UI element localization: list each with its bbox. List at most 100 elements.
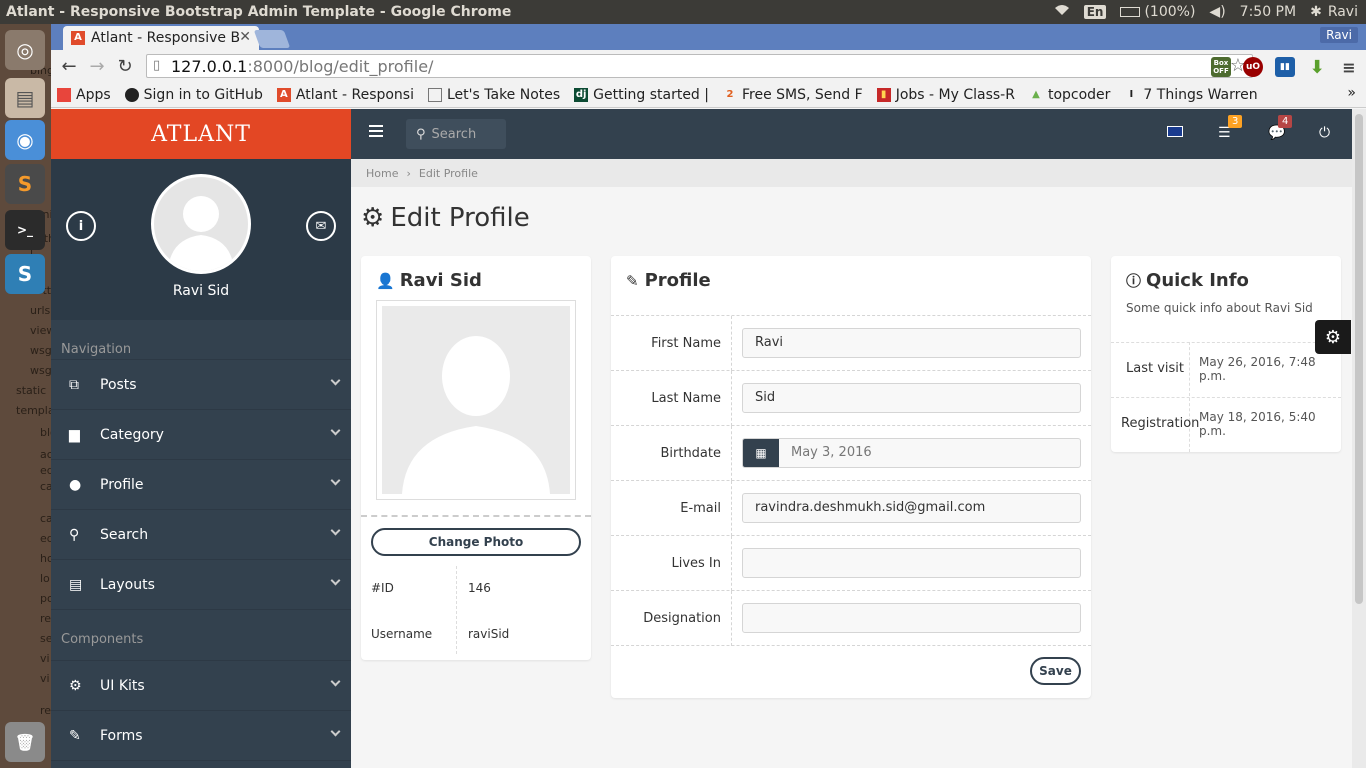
breadcrumb-home[interactable]: Home: [366, 167, 398, 180]
more-bookmarks-icon[interactable]: »: [1347, 85, 1356, 101]
file-tree-item: static: [16, 384, 47, 397]
messages-button[interactable]: ✉: [306, 211, 336, 241]
settings-gear-icon[interactable]: ⚙: [1315, 320, 1351, 354]
profile-form-title-text: Profile: [644, 270, 711, 291]
battery-percent: (100%): [1144, 4, 1196, 20]
save-button[interactable]: Save: [1030, 657, 1081, 685]
e-mail-field[interactable]: ravindra.deshmukh.sid@gmail.com: [742, 493, 1081, 523]
last-name-field[interactable]: Sid: [742, 383, 1081, 413]
chrome-menu-icon[interactable]: ≡: [1339, 57, 1359, 77]
sidebar-item-category[interactable]: ▆ Category: [51, 410, 351, 460]
menu-toggle-icon[interactable]: [369, 125, 383, 137]
bookmark-topcoder[interactable]: ▲ topcoder: [1029, 87, 1110, 103]
power-icon[interactable]: ⏻: [1319, 125, 1330, 141]
bookmark-label: topcoder: [1047, 86, 1111, 103]
browser-profile-button[interactable]: Ravi: [1320, 27, 1358, 43]
file-tree-item: wsg: [30, 364, 51, 377]
sidebar-item-posts[interactable]: ⧉ Posts: [51, 360, 351, 410]
file-tree-item: re: [40, 612, 51, 625]
sidebar-item-profile[interactable]: ● Profile: [51, 460, 351, 510]
sidebar-item-forms[interactable]: ✎ Forms: [51, 711, 351, 761]
ubuntu-dash-icon[interactable]: ◎: [5, 30, 45, 70]
bookmark-sms[interactable]: 2 Free SMS, Send F: [723, 87, 863, 103]
browser-tab[interactable]: A Atlant - Responsive B ✕: [63, 26, 259, 50]
ublock-extension-icon[interactable]: uO: [1243, 57, 1263, 77]
avatar[interactable]: [151, 174, 251, 274]
uk-flag-icon[interactable]: [1167, 126, 1183, 137]
app-s-icon[interactable]: S: [5, 254, 45, 294]
field-label: Last Name: [651, 391, 721, 406]
bookmark-apps[interactable]: Apps: [57, 87, 111, 103]
keyboard-layout-indicator[interactable]: En: [1083, 5, 1107, 19]
chart-extension-icon[interactable]: ▮▮: [1275, 57, 1295, 77]
sidebar-item-label: Layouts: [100, 576, 155, 593]
sidebar-item-ui-kits[interactable]: ⚙ UI Kits: [51, 661, 351, 711]
birthdate-field[interactable]: ▦ May 3, 2016: [742, 438, 1081, 468]
forward-arrow-icon[interactable]: →: [83, 56, 111, 77]
back-arrow-icon[interactable]: ←: [55, 56, 83, 77]
search-icon: ⚲: [416, 126, 426, 142]
box-off-extension-icon[interactable]: Box OFF: [1211, 57, 1231, 77]
sidebar-item-layouts[interactable]: ▤ Layouts: [51, 560, 351, 610]
window-title: Atlant - Responsive Bootstrap Admin Temp…: [6, 4, 512, 20]
bookmark-jobs[interactable]: ▮ Jobs - My Class-R: [876, 86, 1015, 103]
github-icon: [124, 87, 139, 102]
bookmark-atlant[interactable]: A Atlant - Responsi: [276, 87, 414, 103]
messages-nav-button[interactable]: 💬 4: [1268, 115, 1293, 141]
last-visit-value: May 26, 2016, 7:48 p.m.: [1199, 355, 1316, 383]
app-logo[interactable]: ATLANT: [51, 109, 351, 159]
trash-icon[interactable]: 🗑: [5, 722, 45, 762]
atlant-favicon: A: [71, 31, 85, 45]
quick-info-panel: ⓘ Quick Info Some quick info about Ravi …: [1111, 256, 1341, 452]
profile-photo[interactable]: [376, 300, 576, 500]
address-bar[interactable]: ▯ 127.0.0.1:8000/blog/edit_profile/ ☆: [146, 54, 1253, 78]
terminal-icon[interactable]: >_: [5, 210, 45, 250]
form-row: E-mail ravindra.deshmukh.sid@gmail.com: [611, 480, 1091, 536]
id-label: #ID: [371, 581, 394, 595]
designation-field[interactable]: [742, 603, 1081, 633]
volume-icon[interactable]: ◀): [1209, 4, 1225, 20]
file-manager-icon[interactable]: ▤: [5, 78, 45, 118]
bookmark-warren[interactable]: I 7 Things Warren: [1124, 87, 1258, 103]
clock[interactable]: 7:50 PM: [1240, 4, 1296, 20]
session-menu[interactable]: ✱ Ravi: [1310, 4, 1358, 20]
info-button[interactable]: i: [66, 211, 96, 241]
download-extension-icon[interactable]: ⬇: [1307, 57, 1327, 78]
reload-icon[interactable]: ↻: [111, 56, 139, 77]
divider: [731, 591, 732, 646]
sidebar-item-search[interactable]: ⚲ Search: [51, 510, 351, 560]
apps-grid-icon: [57, 87, 71, 102]
field-label: First Name: [651, 336, 721, 351]
sidebar-item-label: Search: [100, 526, 149, 543]
sublime-text-icon[interactable]: S: [5, 164, 45, 204]
url-host: 127.0.0.1: [171, 56, 248, 76]
form-row: Lives In: [611, 535, 1091, 591]
bookmark-notes[interactable]: Let's Take Notes: [428, 87, 560, 103]
divider: [731, 536, 732, 591]
first-name-field[interactable]: Ravi: [742, 328, 1081, 358]
bookmark-django[interactable]: dj Getting started |: [574, 87, 709, 103]
file-icon: ▆: [69, 426, 80, 443]
calendar-icon[interactable]: ▦: [743, 439, 779, 467]
page-title: ⚙ Edit Profile: [361, 203, 530, 233]
form-row: First Name Ravi: [611, 315, 1091, 371]
new-tab-button[interactable]: [253, 30, 291, 48]
page-scrollbar[interactable]: [1352, 109, 1366, 768]
battery-indicator[interactable]: (100%): [1120, 4, 1195, 20]
lives-in-field[interactable]: [742, 548, 1081, 578]
url-path: :8000/blog/edit_profile/: [247, 56, 434, 76]
change-photo-button[interactable]: Change Photo: [371, 528, 581, 556]
bookmark-github[interactable]: Sign in to GitHub: [124, 87, 263, 103]
cogs-icon: ⚙: [69, 677, 82, 694]
components-heading: Components: [51, 610, 351, 661]
quick-info-subtitle: Some quick info about Ravi Sid: [1126, 301, 1313, 315]
bookmark-label: Jobs - My Class-R: [895, 86, 1015, 103]
chrome-icon[interactable]: ◉: [5, 120, 45, 160]
search-input[interactable]: ⚲ Search: [406, 119, 506, 149]
file-tree-item: ca: [40, 512, 51, 525]
close-tab-icon[interactable]: ✕: [239, 29, 251, 45]
tasks-button[interactable]: ☰ 3: [1218, 115, 1243, 141]
scrollbar-thumb[interactable]: [1355, 114, 1363, 604]
wifi-icon[interactable]: [1054, 4, 1070, 20]
file-tree-item: templat: [16, 404, 51, 417]
